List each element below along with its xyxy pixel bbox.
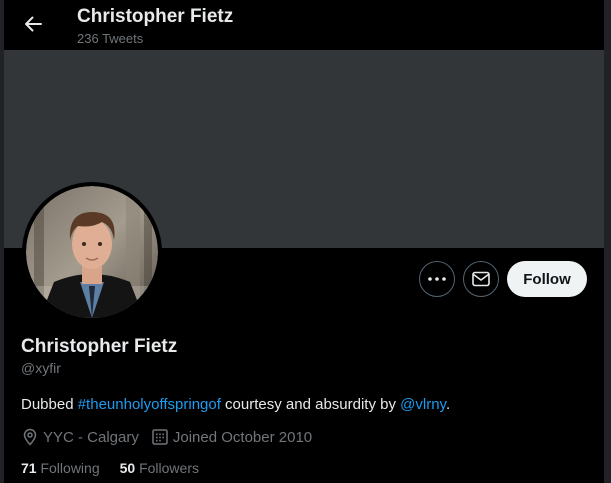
follow-stats: 71 Following 50 Followers [21,460,219,476]
join-date: Joined October 2010 [151,428,312,446]
location-text: YYC - Calgary [43,428,139,446]
followers-link[interactable]: 50 Followers [120,460,199,476]
bio-suffix: . [445,396,451,413]
location: YYC - Calgary [21,428,139,446]
followers-label: Followers [139,460,199,476]
envelope-icon [472,271,490,287]
following-count: 71 [21,460,37,476]
right-border [604,0,611,483]
message-button[interactable] [463,261,499,297]
avatar-photo [26,186,158,318]
back-arrow-icon [25,16,42,32]
followers-count: 50 [119,460,136,476]
bio-hashtag-link[interactable]: #theunholyoffspringof [78,396,221,413]
bio-prefix: Dubbed [21,396,78,413]
header-title: Christopher Fietz [77,6,234,27]
bio-mention-link[interactable]: @vlrny [400,396,446,413]
user-handle: @xyfir [21,360,61,376]
location-pin-icon [23,428,37,446]
profile-meta: YYC - Calgary Joined October 2010 [21,427,324,447]
more-icon [428,277,446,281]
bio: Dubbed #theunholyoffspringof courtesy an… [21,396,450,413]
back-button[interactable] [18,9,48,39]
more-button[interactable] [419,261,455,297]
profile-header: Christopher Fietz 236 Tweets [4,0,604,50]
following-label: Following [40,460,100,476]
following-link[interactable]: 71 Following [21,460,100,476]
tweet-count: 236 Tweets [77,31,144,46]
calendar-icon [152,429,168,445]
profile-page: Christopher Fietz 236 Tweets Follow Chri… [0,0,611,483]
join-date-text: Joined October 2010 [172,428,313,446]
bio-middle: courtesy and absurdity by [220,396,401,413]
follow-button[interactable]: Follow [507,261,587,297]
display-name: Christopher Fietz [21,336,178,357]
avatar[interactable] [22,182,162,322]
